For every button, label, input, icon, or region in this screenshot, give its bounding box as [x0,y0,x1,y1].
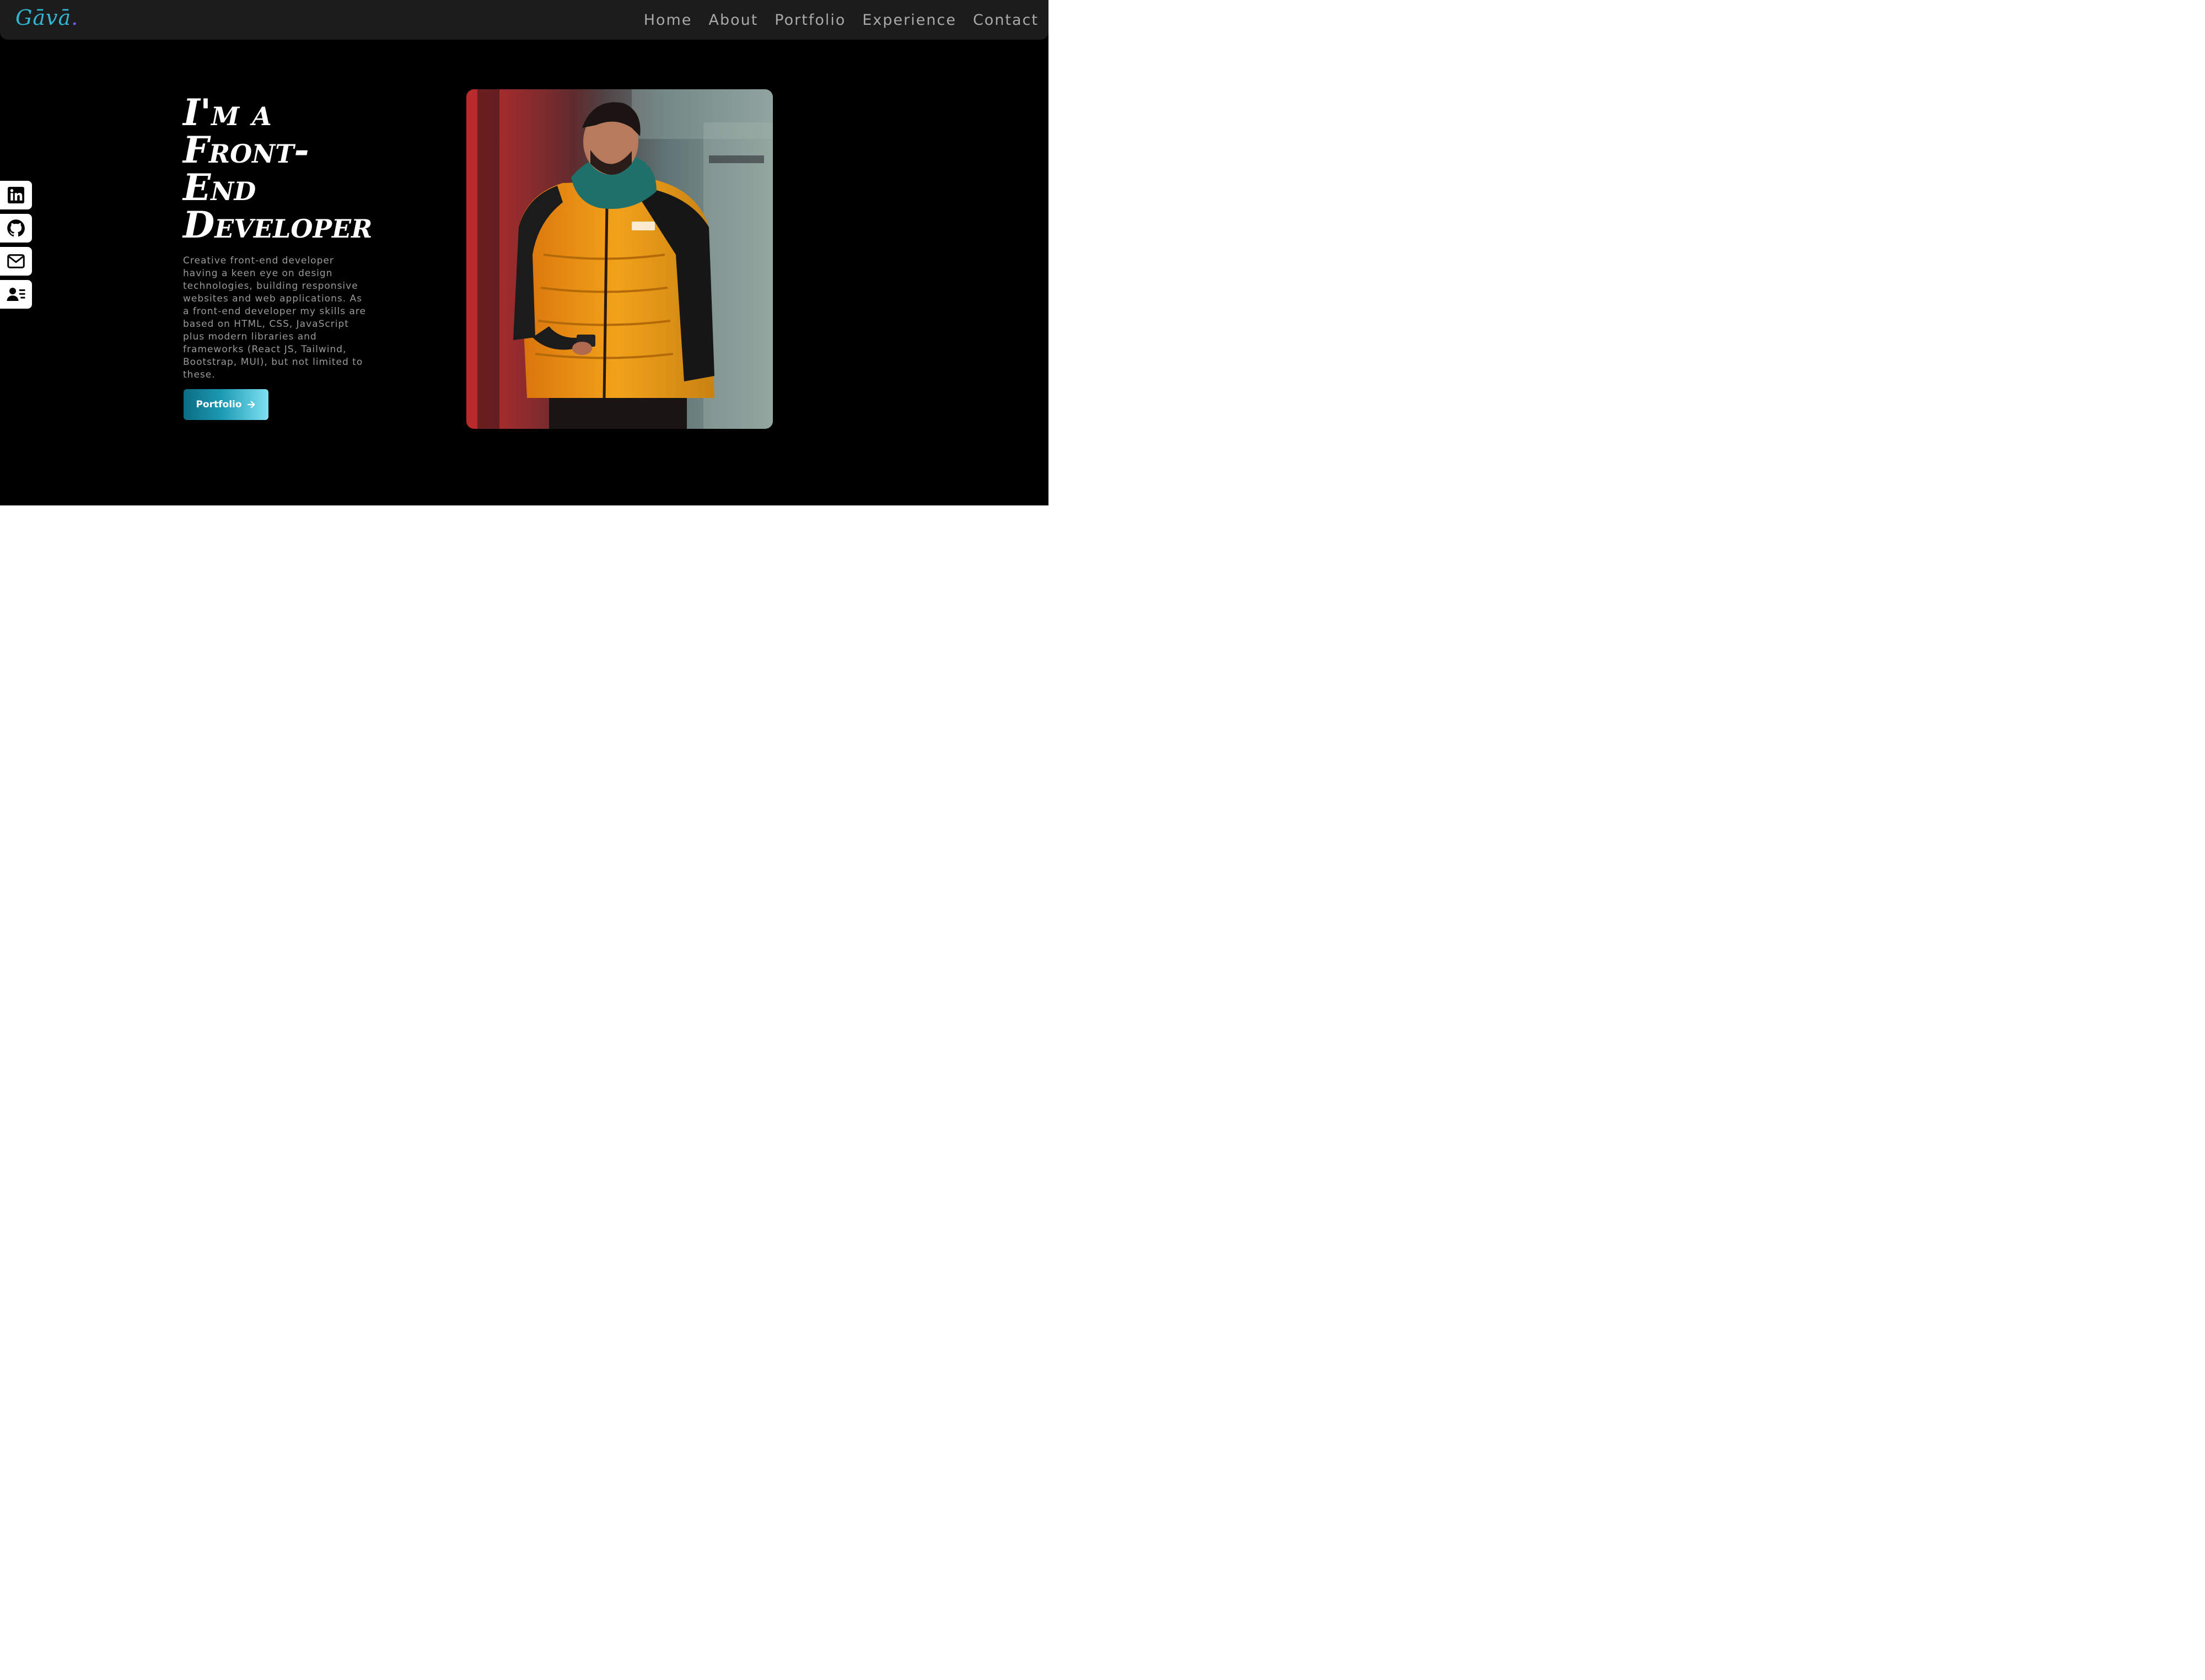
nav-links: Home About Portfolio Experience Contact [644,0,1039,40]
linkedin-icon [8,187,24,203]
github-button[interactable] [0,214,32,243]
nav-link-home[interactable]: Home [644,12,692,29]
nav-link-contact[interactable]: Contact [973,12,1039,29]
logo[interactable]: Gāvā. [15,6,78,30]
linkedin-button[interactable] [0,181,32,209]
navbar: Gāvā. Home About Portfolio Experience Co… [0,0,1048,40]
hero-title-line: Front- [183,128,309,171]
hero-title-line: Developer [183,203,373,246]
portfolio-button-label: Portfolio [196,399,242,410]
hero-title: I'm a Front- End Developer [183,91,373,246]
nav-link-experience[interactable]: Experience [862,12,956,29]
hero-title-line: End [183,166,256,209]
logo-text: Gāvā [15,6,72,30]
nav-link-portfolio[interactable]: Portfolio [775,12,846,29]
social-sidebar [0,181,33,313]
hero-text: I'm a Front- End Developer Creative fron… [183,91,373,381]
portfolio-button[interactable]: Portfolio [184,389,268,420]
portfolio-site: Gāvā. Home About Portfolio Experience Co… [0,0,1048,505]
arrow-right-icon [247,401,255,408]
mail-button[interactable] [0,247,32,276]
portrait-photo [466,89,773,429]
hero-title-line: I'm a [183,91,272,134]
resume-button[interactable] [0,280,32,309]
github-icon [7,219,25,237]
hero-description: Creative front-end developer having a ke… [183,255,367,380]
portrait-illustration [466,89,773,429]
mail-icon [7,254,25,268]
nav-link-about[interactable]: About [708,12,758,29]
logo-dot: . [71,6,79,30]
resume-icon [7,288,25,301]
